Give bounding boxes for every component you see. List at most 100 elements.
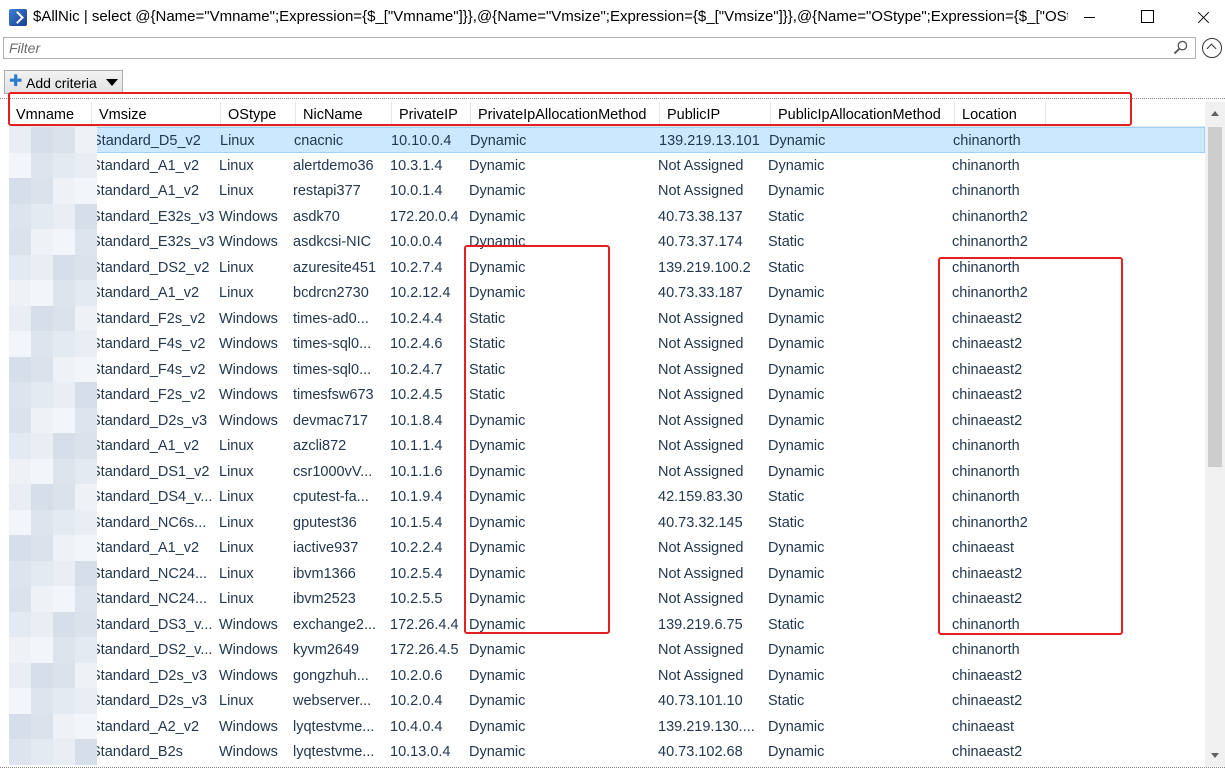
cell-publicip: Not Assigned	[658, 438, 744, 454]
cell-vmsize: Standard_F2s_v2	[91, 387, 206, 403]
close-button[interactable]	[1180, 0, 1225, 36]
redaction-tile	[31, 331, 53, 357]
redaction-tile	[31, 127, 53, 153]
cell-privateip: 10.1.1.6	[390, 463, 443, 480]
redaction-tile	[9, 178, 31, 204]
search-icon[interactable]	[1173, 40, 1188, 55]
cell-public-allocation: Dynamic	[768, 718, 825, 735]
table-row[interactable]: Standard_D5_v2 Linux cnacnic 10.10.0.4 Dynam…	[9, 127, 1205, 153]
redaction-tile	[9, 713, 31, 740]
cell-private-allocation: Dynamic	[469, 744, 526, 760]
title-bar: $AllNic | select @{Name="Vmname";Express…	[0, 0, 1225, 36]
vertical-scrollbar[interactable]	[1205, 102, 1225, 767]
cell-private-allocation: Dynamic	[469, 208, 526, 225]
cell-privateip: 10.2.4.7	[390, 361, 443, 378]
redaction-tile	[9, 331, 31, 357]
cell-public-allocation: Dynamic	[768, 336, 825, 352]
add-criteria-label: Add criteria	[26, 75, 97, 91]
redaction-tile	[9, 356, 31, 383]
cell-privateip: 172.26.4.4	[390, 616, 459, 633]
collapse-filter-icon[interactable]	[1202, 38, 1222, 58]
redaction-tile	[9, 152, 31, 179]
cell-nicname: times-ad0...	[293, 310, 369, 327]
redaction-tile	[31, 484, 53, 510]
cell-publicip: 139.219.13.101	[659, 133, 760, 149]
cell-nicname: ibvm1366	[293, 565, 356, 582]
redaction-tile	[31, 713, 53, 740]
redaction-tile	[31, 433, 53, 459]
cell-nicname: csr1000vV...	[293, 463, 373, 480]
table-row[interactable]: Standard_E32s_v3 Windows asdk70 172.20.0.4 D…	[9, 204, 1205, 230]
private-allocation-highlight-box	[464, 245, 610, 634]
powershell-icon	[9, 9, 27, 26]
redaction-tile	[9, 688, 31, 714]
table-row[interactable]: Standard_D2s_v3 Windows gongzhuh... 10.2.0.…	[9, 663, 1205, 689]
filter-box	[3, 37, 1196, 59]
redaction-tile	[53, 229, 75, 255]
redaction-tile	[31, 178, 53, 204]
cell-publicip: Not Assigned	[658, 412, 744, 429]
cell-public-allocation: Dynamic	[768, 565, 825, 582]
cell-publicip: 40.73.37.174	[658, 234, 743, 250]
scroll-down-icon[interactable]	[1211, 753, 1219, 758]
cell-nicname: cputest-fa...	[293, 489, 369, 505]
cell-ostype: Linux	[219, 540, 254, 556]
cell-nicname: cnacnic	[294, 133, 344, 149]
cell-nicname: devmac717	[293, 412, 368, 429]
table-row[interactable]: Standard_A1_v2 Linux alertdemo36 10.3.1.4 Dy…	[9, 153, 1205, 179]
redaction-tile	[75, 535, 97, 561]
cell-privateip: 10.4.0.4	[390, 718, 443, 735]
filter-input[interactable]	[4, 38, 1164, 58]
cell-publicip: Not Assigned	[658, 157, 744, 174]
cell-publicip: 139.219.100.2	[658, 259, 751, 276]
minimize-button[interactable]	[1066, 0, 1112, 36]
table-row[interactable]: Standard_B2s Windows lyqtestvme... 10.13.0.…	[9, 739, 1205, 765]
cell-private-allocation: Dynamic	[469, 183, 526, 199]
table-row[interactable]: Standard_D2s_v3 Linux webserver... 10.2.0.4…	[9, 688, 1205, 714]
redaction-tile	[31, 254, 53, 281]
cell-ostype: Windows	[219, 667, 278, 684]
add-criteria-button[interactable]: ✚ Add criteria	[4, 70, 123, 94]
scroll-up-icon[interactable]	[1211, 111, 1219, 116]
cell-ostype: Linux	[219, 514, 254, 531]
cell-privateip: 10.3.1.4	[390, 157, 443, 174]
cell-publicip: Not Assigned	[658, 361, 744, 378]
window-title: $AllNic | select @{Name="Vmname";Express…	[33, 8, 1068, 25]
cell-publicip: 40.73.101.10	[658, 693, 743, 709]
redaction-tile	[53, 458, 75, 485]
cell-nicname: bcdrcn2730	[293, 285, 369, 301]
maximize-button[interactable]	[1124, 0, 1170, 36]
cell-publicip: 40.73.32.145	[658, 514, 743, 531]
redaction-tile	[9, 560, 31, 587]
cell-location: chinaeast2	[952, 667, 1023, 684]
redaction-tile	[53, 178, 75, 204]
cell-privateip: 10.1.5.4	[390, 514, 443, 531]
cell-public-allocation: Dynamic	[768, 667, 825, 684]
cell-location: chinanorth	[953, 133, 1021, 149]
redaction-tile	[9, 611, 31, 638]
cell-ostype: Linux	[219, 259, 254, 276]
cell-publicip: 40.73.38.137	[658, 208, 743, 225]
table-row[interactable]: Standard_A1_v2 Linux restapi377 10.0.1.4 Dyn…	[9, 178, 1205, 204]
redaction-tile	[75, 560, 97, 587]
redaction-tile	[9, 433, 31, 459]
scrollbar-thumb[interactable]	[1208, 127, 1222, 467]
cell-publicip: 40.73.33.187	[658, 285, 743, 301]
redaction-tile	[75, 254, 97, 281]
cell-vmsize: Standard_NC24...	[91, 591, 208, 607]
cell-vmsize: Standard_D5_v2	[92, 133, 201, 149]
cell-ostype: Windows	[219, 412, 278, 429]
redaction-tile	[75, 611, 97, 638]
cell-ostype: Linux	[219, 438, 254, 454]
cell-vmsize: Standard_NC24...	[91, 565, 208, 582]
cell-public-allocation: Static	[768, 693, 805, 709]
redaction-tile	[53, 662, 75, 689]
cell-ostype: Linux	[219, 489, 254, 505]
cell-public-allocation: Static	[768, 208, 805, 225]
redaction-tile	[31, 382, 53, 408]
table-row[interactable]: Standard_A2_v2 Windows lyqtestvme... 10.4.0…	[9, 714, 1205, 740]
cell-ostype: Linux	[219, 157, 254, 174]
cell-ostype: Windows	[219, 336, 278, 352]
redaction-tile	[53, 433, 75, 459]
table-row[interactable]: Standard_DS2_v... Windows kyvm2649 172.26.4…	[9, 637, 1205, 663]
